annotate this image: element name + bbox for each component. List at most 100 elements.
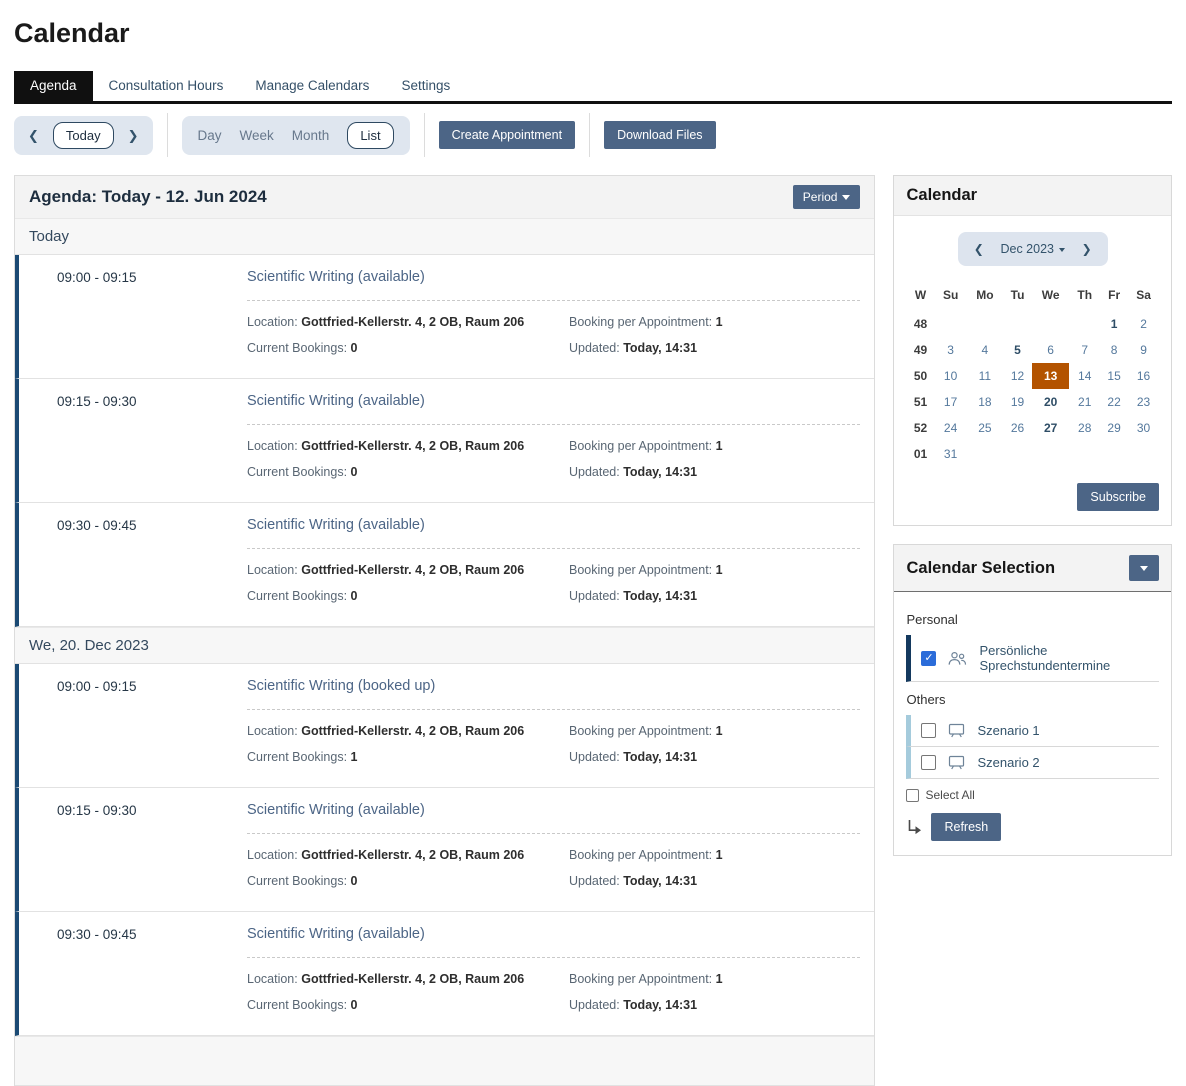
calendar-day[interactable]: 16 — [1128, 363, 1159, 389]
toolbar-divider — [167, 113, 168, 157]
location-value: Gottfried-Kellerstr. 4, 2 OB, Raum 206 — [301, 315, 524, 329]
calendar-label[interactable]: Persönliche Sprechstundentermine — [979, 643, 1155, 673]
updated-value: Today, 14:31 — [623, 874, 697, 888]
caret-down-icon — [842, 195, 850, 200]
agenda-title: Agenda: Today - 12. Jun 2024 — [29, 187, 267, 207]
calendar-day[interactable]: 22 — [1100, 389, 1128, 415]
calendar-day[interactable]: 19 — [1003, 389, 1032, 415]
calendar-day[interactable]: 30 — [1128, 415, 1159, 441]
subscribe-button[interactable]: Subscribe — [1077, 483, 1159, 511]
refresh-button[interactable]: Refresh — [931, 813, 1001, 841]
calendar-day[interactable]: 3 — [935, 337, 967, 363]
event-separator — [247, 548, 860, 549]
users-icon — [948, 651, 967, 666]
tab-agenda[interactable]: Agenda — [14, 71, 93, 101]
calendar-day[interactable]: 21 — [1069, 389, 1100, 415]
calendar-day[interactable]: 29 — [1100, 415, 1128, 441]
calendar-checkbox[interactable] — [921, 651, 936, 666]
calendar-checkbox[interactable] — [921, 723, 936, 738]
weekday-header: Sa — [1128, 280, 1159, 311]
calendar-day[interactable]: 24 — [935, 415, 967, 441]
caret-down-icon — [1140, 566, 1148, 571]
calendar-day[interactable]: 2 — [1128, 311, 1159, 337]
select-all-label[interactable]: Select All — [925, 788, 974, 802]
prev-month-icon[interactable]: ❮ — [974, 243, 984, 255]
event-updated: Updated: Today, 14:31 — [569, 589, 860, 604]
event-details: Location: Gottfried-Kellerstr. 4, 2 OB, … — [247, 439, 860, 480]
calendar-day[interactable]: 17 — [935, 389, 967, 415]
calendar-label[interactable]: Szenario 2 — [977, 755, 1039, 770]
calendar-day[interactable]: 12 — [1003, 363, 1032, 389]
calendar-day[interactable]: 8 — [1100, 337, 1128, 363]
download-files-button[interactable]: Download Files — [604, 121, 715, 149]
event-title-link[interactable]: Scientific Writing (available) — [247, 379, 860, 424]
view-week-button[interactable]: Week — [240, 128, 274, 143]
location-value: Gottfried-Kellerstr. 4, 2 OB, Raum 206 — [301, 563, 524, 577]
date-nav-group: ❮ Today ❯ — [14, 116, 153, 155]
calendar-day[interactable]: 10 — [935, 363, 967, 389]
calendar-day[interactable]: 11 — [967, 363, 1003, 389]
calendar-day[interactable]: 6 — [1032, 337, 1069, 363]
calendar-day[interactable]: 18 — [967, 389, 1003, 415]
calendar-day[interactable]: 14 — [1069, 363, 1100, 389]
next-month-icon[interactable]: ❯ — [1082, 243, 1092, 255]
calendar-day[interactable]: 25 — [967, 415, 1003, 441]
event-separator — [247, 424, 860, 425]
tab-manage-calendars[interactable]: Manage Calendars — [239, 71, 385, 101]
weekday-header: We — [1032, 280, 1069, 311]
period-button[interactable]: Period — [793, 185, 861, 209]
event-title-link[interactable]: Scientific Writing (available) — [247, 788, 860, 833]
view-month-button[interactable]: Month — [292, 128, 330, 143]
view-day-button[interactable]: Day — [198, 128, 222, 143]
event-separator — [247, 300, 860, 301]
create-appointment-button[interactable]: Create Appointment — [439, 121, 576, 149]
view-list-button[interactable]: List — [347, 122, 393, 149]
event-title-link[interactable]: Scientific Writing (available) — [247, 912, 860, 957]
booking-label: Booking per Appointment: — [569, 972, 712, 986]
event-title-link[interactable]: Scientific Writing (available) — [247, 255, 860, 300]
calendar-day-selected[interactable]: 13 — [1032, 363, 1069, 389]
calendar-day[interactable]: 28 — [1069, 415, 1100, 441]
calendar-day[interactable]: 31 — [935, 441, 967, 467]
next-period-icon[interactable]: ❯ — [128, 129, 139, 142]
calendar-day[interactable]: 26 — [1003, 415, 1032, 441]
event-title-link[interactable]: Scientific Writing (available) — [247, 503, 860, 548]
calendar-day[interactable]: 5 — [1003, 337, 1032, 363]
event-booking: Booking per Appointment: 1 — [569, 972, 860, 987]
prev-period-icon[interactable]: ❮ — [28, 129, 39, 142]
caret-down-icon — [1059, 248, 1065, 252]
agenda-event: 09:15 - 09:30 Scientific Writing (availa… — [15, 788, 874, 912]
month-dropdown[interactable]: Dec 2023 — [1000, 242, 1065, 256]
select-all-checkbox[interactable] — [906, 789, 919, 802]
calendar-label[interactable]: Szenario 1 — [977, 723, 1039, 738]
event-updated: Updated: Today, 14:31 — [569, 341, 860, 356]
calendar-day[interactable]: 27 — [1032, 415, 1069, 441]
view-switch-group: Day Week Month List — [182, 116, 410, 155]
calendar-checkbox[interactable] — [921, 755, 936, 770]
mini-calendar-panel: Calendar ❮ Dec 2023 ❯ WSuMoTuWeThFrSa 48… — [893, 175, 1172, 526]
booking-value: 1 — [716, 563, 723, 577]
weekday-header: Th — [1069, 280, 1100, 311]
today-button[interactable]: Today — [53, 122, 114, 149]
tab-consultation-hours[interactable]: Consultation Hours — [93, 71, 240, 101]
event-body: Scientific Writing (available) Location:… — [247, 379, 874, 502]
tab-settings[interactable]: Settings — [385, 71, 466, 101]
agenda-header: Agenda: Today - 12. Jun 2024 Period — [15, 176, 874, 218]
calendar-day[interactable]: 9 — [1128, 337, 1159, 363]
calendar-day[interactable]: 23 — [1128, 389, 1159, 415]
calendar-day — [1032, 441, 1069, 467]
current-value: 0 — [351, 341, 358, 355]
event-booking: Booking per Appointment: 1 — [569, 315, 860, 330]
calendar-day[interactable]: 1 — [1100, 311, 1128, 337]
selection-menu-button[interactable] — [1129, 555, 1159, 581]
page: Calendar AgendaConsultation HoursManage … — [0, 18, 1186, 1086]
calendar-day[interactable]: 15 — [1100, 363, 1128, 389]
booking-label: Booking per Appointment: — [569, 439, 712, 453]
event-booking: Booking per Appointment: 1 — [569, 563, 860, 578]
event-title-link[interactable]: Scientific Writing (booked up) — [247, 664, 860, 709]
calendar-day[interactable]: 7 — [1069, 337, 1100, 363]
calendar-day[interactable]: 20 — [1032, 389, 1069, 415]
week-number: 01 — [906, 441, 934, 467]
updated-value: Today, 14:31 — [623, 341, 697, 355]
calendar-day[interactable]: 4 — [967, 337, 1003, 363]
